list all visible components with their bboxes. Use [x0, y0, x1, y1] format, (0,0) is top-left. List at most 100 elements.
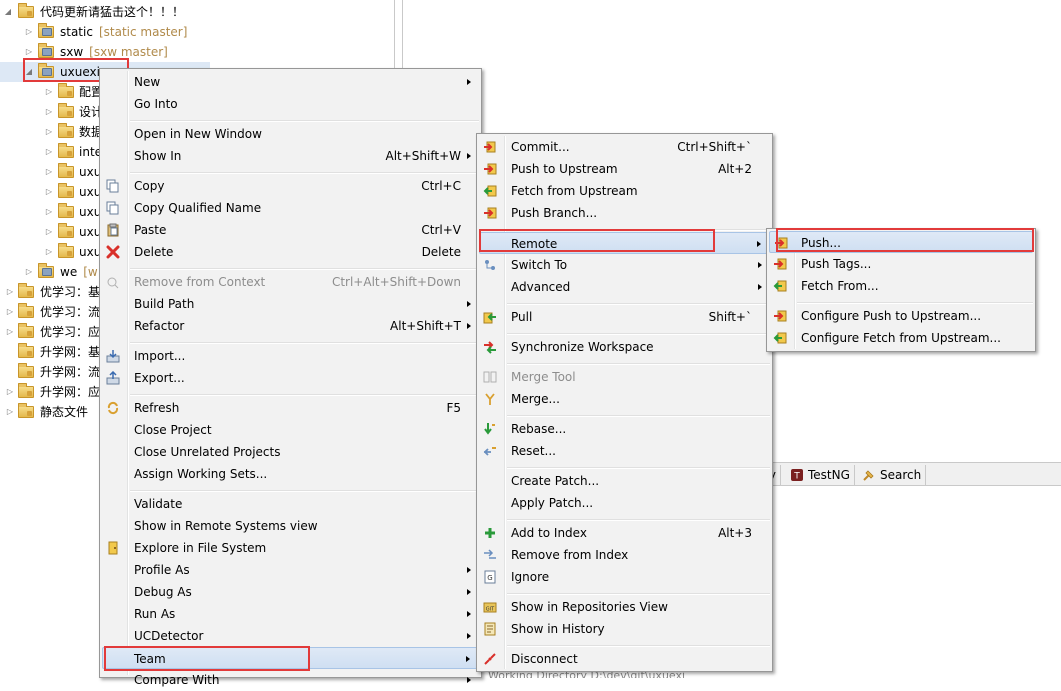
menu-item-open-in-new-window[interactable]: Open in New Window — [102, 123, 479, 145]
menu-label: Close Unrelated Projects — [134, 445, 281, 459]
menu-label: Pull — [511, 310, 533, 324]
collapsed-triangle-icon[interactable]: ▷ — [44, 162, 54, 182]
collapsed-triangle-icon[interactable]: ▷ — [44, 142, 54, 162]
menu-item-apply-patch[interactable]: Apply Patch... — [479, 492, 770, 514]
menu-item-merge-tool[interactable]: Merge Tool — [479, 366, 770, 388]
working-set-folder-icon — [18, 383, 34, 398]
collapsed-triangle-icon[interactable]: ▷ — [5, 302, 15, 322]
menu-item-refresh[interactable]: Refresh F5 — [102, 397, 479, 419]
menu-item-configure-fetch-from-upstream[interactable]: Configure Fetch from Upstream... — [769, 327, 1033, 349]
collapsed-triangle-icon[interactable]: ▷ — [44, 222, 54, 242]
menu-item-assign-working-sets[interactable]: Assign Working Sets... — [102, 463, 479, 485]
paste-icon — [107, 223, 119, 237]
working-set-folder-icon — [18, 3, 34, 18]
collapsed-triangle-icon[interactable]: ▷ — [5, 382, 15, 402]
menu-label: Explore in File System — [134, 541, 267, 555]
tab-search[interactable]: Search — [858, 465, 927, 485]
menu-label: Add to Index — [511, 526, 587, 540]
menu-item-reset[interactable]: Reset... — [479, 440, 770, 462]
menu-item-show-in-history[interactable]: Show in History — [479, 618, 770, 640]
red-highlight-box-remote — [479, 229, 715, 252]
git-project-icon — [38, 43, 54, 58]
menu-item-fetch-from-upstream[interactable]: Fetch from Upstream — [479, 180, 770, 202]
menu-item-switch-to[interactable]: Switch To — [479, 254, 770, 276]
menu-item-push-to-upstream[interactable]: Push to Upstream Alt+2 — [479, 158, 770, 180]
menu-item-show-in-remote-systems-view[interactable]: Show in Remote Systems view — [102, 515, 479, 537]
menu-item-import[interactable]: Import... — [102, 345, 479, 367]
menu-item-remove-from-context[interactable]: Remove from Context Ctrl+Alt+Shift+Down — [102, 271, 479, 293]
menu-separator — [130, 268, 479, 270]
menu-item-synchronize-workspace[interactable]: Synchronize Workspace — [479, 336, 770, 358]
menu-label: Show in Remote Systems view — [134, 519, 318, 533]
push-tags-icon — [774, 258, 787, 270]
menu-item-create-patch[interactable]: Create Patch... — [479, 470, 770, 492]
menu-label: Export... — [134, 371, 185, 385]
menu-shortcut: Alt+2 — [718, 162, 752, 176]
menu-separator — [507, 467, 770, 469]
menu-item-explore-in-file-system[interactable]: Explore in File System — [102, 537, 479, 559]
collapsed-triangle-icon[interactable]: ▷ — [24, 262, 34, 282]
menu-item-paste[interactable]: Paste Ctrl+V — [102, 219, 479, 241]
menu-item-debug-as[interactable]: Debug As — [102, 581, 479, 603]
collapsed-triangle-icon[interactable]: ▷ — [44, 202, 54, 222]
collapsed-triangle-icon[interactable]: ▷ — [44, 82, 54, 102]
git-project-icon — [38, 23, 54, 38]
tree-label: uxu — [79, 185, 102, 199]
menu-item-profile-as[interactable]: Profile As — [102, 559, 479, 581]
collapsed-triangle-icon[interactable]: ▷ — [5, 402, 15, 422]
menu-item-add-to-index[interactable]: Add to Index Alt+3 — [479, 522, 770, 544]
menu-item-delete[interactable]: Delete Delete — [102, 241, 479, 263]
menu-item-copy-qualified-name[interactable]: Copy Qualified Name — [102, 197, 479, 219]
menu-item-merge[interactable]: Merge... — [479, 388, 770, 410]
collapsed-triangle-icon[interactable]: ▷ — [44, 182, 54, 202]
menu-item-copy[interactable]: Copy Ctrl+C — [102, 175, 479, 197]
menu-item-fetch-from[interactable]: Fetch From... — [769, 275, 1033, 297]
import-icon — [106, 350, 120, 363]
menu-item-disconnect[interactable]: Disconnect — [479, 648, 770, 670]
menu-item-pull[interactable]: Pull Shift+` — [479, 306, 770, 328]
menu-item-rebase[interactable]: Rebase... — [479, 418, 770, 440]
menu-item-run-as[interactable]: Run As — [102, 603, 479, 625]
tab-testng[interactable]: T TestNG — [786, 465, 855, 485]
menu-item-remove-from-index[interactable]: Remove from Index — [479, 544, 770, 566]
menu-item-push-tags[interactable]: Push Tags... — [769, 253, 1033, 275]
collapsed-triangle-icon[interactable]: ▷ — [44, 102, 54, 122]
export-icon — [106, 371, 120, 385]
menu-item-ignore[interactable]: G Ignore — [479, 566, 770, 588]
menu-item-export[interactable]: Export... — [102, 367, 479, 389]
collapsed-triangle-icon[interactable]: ▷ — [24, 22, 34, 42]
collapsed-triangle-icon[interactable]: ▷ — [44, 122, 54, 142]
menu-item-show-in[interactable]: Show In Alt+Shift+W — [102, 145, 479, 167]
menu-shortcut: Ctrl+Shift+` — [677, 140, 752, 154]
menu-item-validate[interactable]: Validate — [102, 493, 479, 515]
menu-label: Configure Push to Upstream... — [801, 309, 982, 323]
menu-item-commit[interactable]: Commit... Ctrl+Shift+` — [479, 136, 770, 158]
expanded-triangle-icon[interactable]: ◢ — [3, 2, 13, 22]
testng-icon: T — [791, 469, 803, 482]
menu-item-close-project[interactable]: Close Project — [102, 419, 479, 441]
collapsed-triangle-icon[interactable]: ▷ — [5, 322, 15, 342]
menu-item-refactor[interactable]: Refactor Alt+Shift+T — [102, 315, 479, 337]
menu-separator — [507, 593, 770, 595]
menu-label: Show in Repositories View — [511, 600, 668, 614]
menu-item-ucdetector[interactable]: UCDetector — [102, 625, 479, 647]
menu-item-build-path[interactable]: Build Path — [102, 293, 479, 315]
menu-item-compare-with[interactable]: Compare With — [102, 669, 479, 691]
menu-label: Rebase... — [511, 422, 567, 436]
menu-label: Import... — [134, 349, 186, 363]
collapsed-triangle-icon[interactable]: ▷ — [44, 242, 54, 262]
menu-label: Synchronize Workspace — [511, 340, 654, 354]
menu-item-configure-push-to-upstream[interactable]: Configure Push to Upstream... — [769, 305, 1033, 327]
menu-separator — [130, 394, 479, 396]
collapsed-triangle-icon[interactable]: ▷ — [5, 282, 15, 302]
menu-item-new[interactable]: New — [102, 71, 479, 93]
menu-item-go-into[interactable]: Go Into — [102, 93, 479, 115]
menu-item-close-unrelated-projects[interactable]: Close Unrelated Projects — [102, 441, 479, 463]
menu-label: Copy Qualified Name — [134, 201, 262, 215]
fetch-icon — [483, 185, 497, 197]
menu-item-show-in-repositories-view[interactable]: GIT Show in Repositories View — [479, 596, 770, 618]
tab-label: Search — [880, 468, 922, 482]
menu-item-advanced[interactable]: Advanced — [479, 276, 770, 298]
menu-item-push-branch[interactable]: Push Branch... — [479, 202, 770, 224]
git-project-icon — [38, 263, 54, 278]
